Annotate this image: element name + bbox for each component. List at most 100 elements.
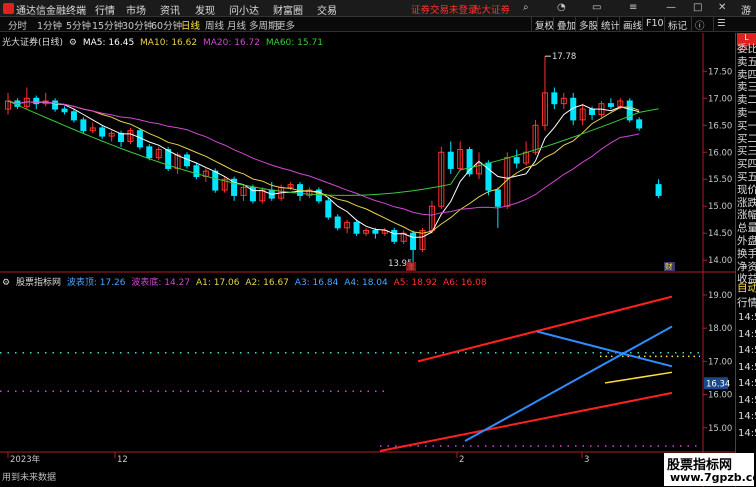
title-bar: 通达信金融终端 行情 市场 资讯 发现 问小达 财富圈 交易 证券交易未登录 光… [0, 0, 756, 32]
trade-time: 14:50 [738, 427, 756, 439]
close-icon[interactable]: ✕ [718, 2, 726, 13]
wave-top-label: 波表顶: 17.26 [66, 278, 126, 288]
search-icon[interactable]: ⌕ [523, 2, 529, 13]
indicator-tick-label: 15.00 [708, 424, 732, 434]
candle-body [212, 170, 219, 191]
candle-body [146, 146, 153, 159]
candle-body [33, 97, 40, 105]
period-intraday[interactable]: 分时 [8, 18, 27, 32]
chat-icon[interactable]: ◔ [557, 2, 566, 13]
period-multi[interactable]: 多周期 [249, 18, 278, 32]
ma10-label: MA10: 16.62 [140, 38, 198, 48]
period-60min[interactable]: 60分钟 [151, 18, 182, 32]
window-icon[interactable]: ▭ [592, 2, 601, 13]
stock-name-label: 光大证券(日线) [2, 38, 64, 48]
period-15min[interactable]: 15分钟 [92, 18, 123, 32]
trade-time: 14:50 [738, 345, 756, 356]
a4-label: A4: 18.04 [344, 278, 388, 288]
candle-body [607, 103, 614, 107]
menu-item-ask[interactable]: 问小达 [229, 2, 259, 17]
a2-line [604, 371, 673, 384]
trade-time: 14:50 [738, 394, 756, 406]
settings-icon[interactable]: ⚙ [69, 38, 77, 48]
indicator-legend: ⚙ 股票指标网 波表顶: 17.26 波表底: 14.27 A1: 17.06 … [2, 275, 490, 288]
candle-body [372, 230, 379, 234]
a5-upper-line [417, 295, 673, 363]
wave-bottom-label: 波表底: 14.27 [131, 278, 191, 288]
a4-rise-line [464, 325, 673, 442]
last-price-label: 16.34 [706, 379, 730, 389]
indicator-settings-icon[interactable]: ⚙ [2, 278, 10, 288]
a2-label: A2: 16.67 [245, 278, 289, 288]
a1-label: A1: 17.06 [195, 278, 240, 288]
menu-item-market[interactable]: 市场 [126, 2, 146, 17]
rise-tag: 涨 [407, 261, 415, 271]
menu-icon[interactable]: ≡ [629, 2, 637, 13]
main-legend: 光大证券(日线) ⚙ MA5: 16.45 MA10: 16.62 MA20: … [2, 35, 326, 48]
period-monthly[interactable]: 月线 [227, 18, 246, 32]
mark-button[interactable]: 标记 [664, 17, 690, 32]
candle-body [391, 230, 398, 242]
indicator-tick-label: 17.00 [708, 357, 732, 367]
price-tick-label: 15.50 [708, 175, 732, 185]
price-tick-label: 15.00 [708, 202, 732, 212]
period-more[interactable]: 更多 [276, 18, 295, 32]
menu-item-quotes[interactable]: 行情 [95, 2, 115, 17]
a6-label: A6: 16.08 [443, 278, 487, 288]
maximize-icon[interactable]: □ [693, 2, 702, 13]
candle-body [494, 189, 501, 207]
f10-button[interactable]: F10 [642, 17, 667, 31]
candle-body [325, 200, 332, 218]
candle-body [80, 119, 87, 132]
trade-time: 14:50 [738, 328, 756, 340]
trade-time: 14:50 [738, 361, 756, 373]
date-tick-label: 12 [117, 455, 128, 465]
future-data-note: 用到未来数据 [2, 473, 57, 483]
a5-label: A5: 18.92 [393, 278, 438, 288]
fin-tag: 财 [665, 261, 673, 271]
auto-label[interactable]: 自动 [737, 280, 756, 295]
candle-body [589, 108, 596, 115]
menu-item-wealth[interactable]: 财富圈 [273, 2, 303, 17]
period-1min[interactable]: 1分钟 [37, 18, 62, 32]
period-weekly[interactable]: 周线 [205, 18, 224, 32]
trade-login-notice[interactable]: 证券交易未登录 [411, 2, 478, 16]
candle-body [70, 111, 77, 121]
menu-item-trade[interactable]: 交易 [317, 2, 337, 17]
candle-body [353, 221, 360, 234]
ma5-label: MA5: 16.45 [82, 38, 135, 48]
candle-body [655, 184, 662, 196]
candle-body [193, 165, 200, 178]
info-icon[interactable]: ⓘ [691, 17, 708, 32]
period-daily[interactable]: 日线 [181, 18, 200, 32]
broker-notice[interactable]: 光大证券 [472, 2, 510, 16]
price-tick-label: 17.00 [708, 94, 732, 104]
app-logo-icon [3, 3, 14, 14]
candle-body [52, 100, 59, 110]
date-tick-label: 2 [459, 455, 464, 465]
chart-area: 17.50 17.00 16.50 16.00 15.50 15.00 14.50 14.00… [0, 33, 756, 487]
candle-body [118, 132, 125, 142]
indicator-tick-label: 19.00 [708, 291, 732, 301]
date-tick-label: 3 [584, 455, 589, 465]
quote-label[interactable]: 行情 [737, 295, 756, 310]
period-30min[interactable]: 30分钟 [122, 18, 153, 32]
price-tick-label: 14.00 [708, 256, 732, 266]
minimize-icon[interactable]: — [666, 2, 676, 13]
list-icon[interactable]: ☰ [713, 17, 729, 31]
period-5min[interactable]: 5分钟 [66, 18, 91, 32]
indicator-tick-label: 16.00 [708, 391, 732, 401]
watermark-url: www.7gpzb.com [670, 471, 756, 484]
ma20-label: MA20: 16.72 [202, 38, 261, 48]
menu-item-news[interactable]: 资讯 [160, 2, 180, 17]
kline-chart[interactable]: 17.50 17.00 16.50 16.00 15.50 15.00 14.50 14.00… [0, 33, 735, 487]
trade-time: 14:50 [738, 411, 756, 422]
trade-time: 14:50 [738, 312, 756, 323]
candle-body [636, 119, 643, 129]
candle-body [334, 216, 341, 229]
trade-time: 14:50 [738, 378, 756, 389]
price-tick-label: 16.50 [708, 121, 732, 131]
menu-item-discover[interactable]: 发现 [195, 2, 215, 17]
candle-body [513, 157, 520, 164]
price-tick-label: 17.50 [708, 67, 732, 77]
